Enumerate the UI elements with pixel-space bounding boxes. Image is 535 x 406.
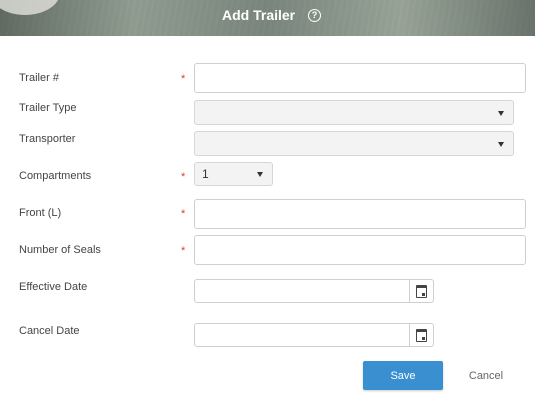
chevron-down-icon xyxy=(498,110,504,116)
transporter-select[interactable] xyxy=(194,131,514,156)
help-icon[interactable]: ? xyxy=(308,9,321,22)
required-marker: * xyxy=(181,73,186,85)
front-label: Front (L) xyxy=(19,207,62,219)
required-marker: * xyxy=(181,171,186,183)
compartments-label: Compartments xyxy=(19,170,92,182)
effective-date-input[interactable] xyxy=(194,279,434,303)
trailer-number-label: Trailer # xyxy=(19,72,59,84)
number-of-seals-label: Number of Seals xyxy=(19,244,101,256)
calendar-button[interactable] xyxy=(409,280,433,302)
chevron-down-icon xyxy=(257,172,263,177)
cancel-date-label: Cancel Date xyxy=(19,325,80,337)
header-background-image xyxy=(0,0,60,15)
compartments-select[interactable]: 1 xyxy=(194,162,273,186)
chevron-down-icon xyxy=(498,141,504,147)
cancel-date-input[interactable] xyxy=(194,323,434,347)
cancel-button[interactable]: Cancel xyxy=(456,361,516,390)
required-marker: * xyxy=(181,245,186,257)
calendar-icon xyxy=(416,329,427,342)
trailer-type-label: Trailer Type xyxy=(19,102,77,114)
transporter-label: Transporter xyxy=(19,133,76,145)
effective-date-label: Effective Date xyxy=(19,281,88,293)
trailer-number-input[interactable] xyxy=(194,63,526,93)
calendar-icon xyxy=(416,285,427,298)
save-button[interactable]: Save xyxy=(363,361,443,390)
required-marker: * xyxy=(181,208,186,220)
dialog-header: Add Trailer ? xyxy=(0,0,535,36)
calendar-button[interactable] xyxy=(409,324,433,346)
trailer-type-select[interactable] xyxy=(194,100,514,125)
number-of-seals-input[interactable] xyxy=(194,235,526,265)
dialog-title: Add Trailer xyxy=(222,7,296,23)
front-input[interactable] xyxy=(194,199,526,229)
compartments-value: 1 xyxy=(202,167,209,181)
